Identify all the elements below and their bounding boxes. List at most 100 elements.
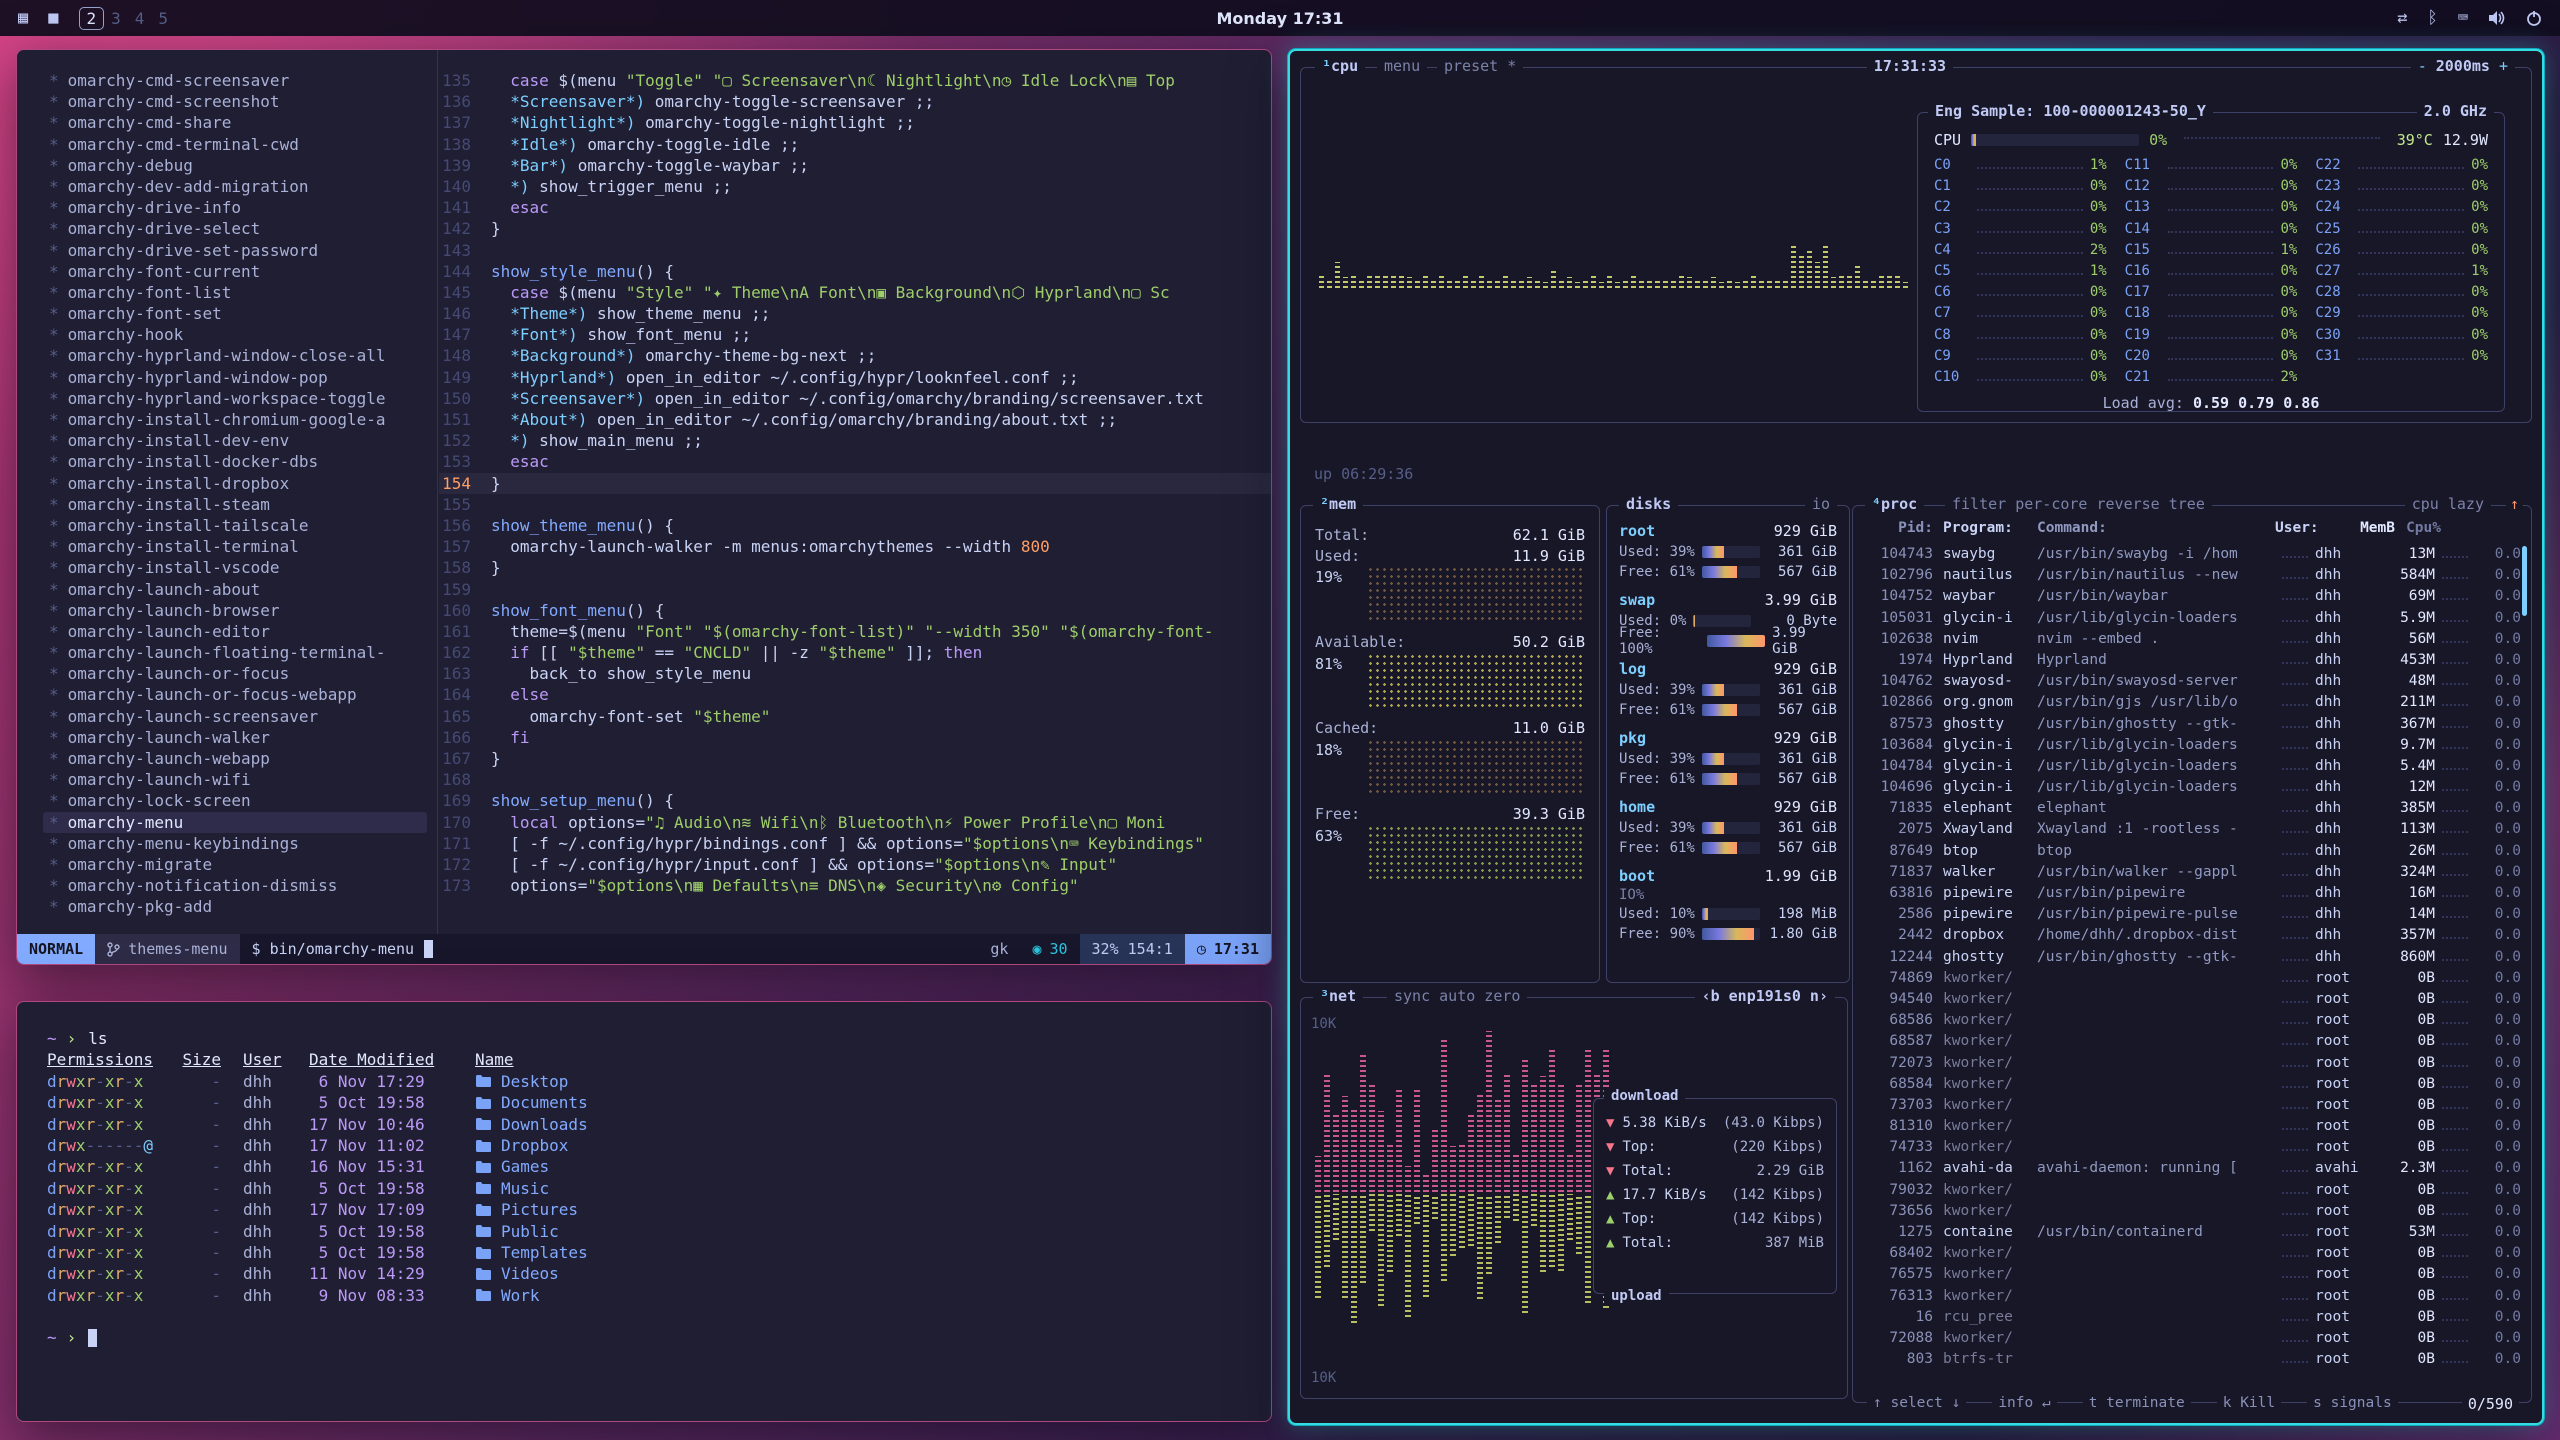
directory-name[interactable]: Documents [475,1092,588,1113]
process-row[interactable]: 73703kworker/root0B0.0 [1865,1095,2521,1116]
file-list-item[interactable]: *omarchy-notification-dismiss [43,875,437,896]
process-row[interactable]: 102866org.gnom/usr/bin/gjs /usr/lib/odhh… [1865,692,2521,713]
directory-name[interactable]: Public [475,1221,559,1242]
git-branch[interactable]: themes-menu [95,934,239,964]
active-app-icon[interactable]: ■ [48,8,58,28]
code-line[interactable]: 148 *Background*) omarchy-theme-bg-next … [439,345,1271,366]
proc-box-title[interactable]: ⁴proc [1865,495,1924,513]
code-line[interactable]: 149 *Hyprland*) open_in_editor ~/.config… [439,367,1271,388]
process-row[interactable]: 68584kworker/root0B0.0 [1865,1074,2521,1095]
file-list-item[interactable]: *omarchy-drive-select [43,218,437,239]
proc-scrollbar[interactable] [2522,546,2527,616]
process-row[interactable]: 71837walker/usr/bin/walker --gappldhh324… [1865,862,2521,883]
process-row[interactable]: 12244ghostty/usr/bin/ghostty --gtk-dhh86… [1865,947,2521,968]
code-line[interactable]: 166 fi [439,727,1271,748]
code-line[interactable]: 170 local options="♫ Audio\n≋ Wifi\nᛒ Bl… [439,812,1271,833]
file-list-item[interactable]: *omarchy-font-list [43,282,437,303]
process-row[interactable]: 102796nautilus/usr/bin/nautilus --newdhh… [1865,565,2521,586]
file-list-item[interactable]: *omarchy-lock-screen [43,790,437,811]
file-list-item[interactable]: *omarchy-install-docker-dbs [43,451,437,472]
proc-menu[interactable]: filter per-core reverse tree [1945,495,2212,513]
proc-header-memb[interactable]: MemB [2337,520,2395,544]
proc-sort-mode[interactable]: cpu lazy [2405,495,2491,513]
process-row[interactable]: 74733kworker/root0B0.0 [1865,1137,2521,1158]
code-line[interactable]: 135 case $(menu "Toggle" "▢ Screensaver\… [439,70,1271,91]
file-list-item[interactable]: *omarchy-drive-info [43,197,437,218]
process-row[interactable]: 63816pipewire/usr/bin/pipewiredhh16M0.0 [1865,883,2521,904]
file-list-item[interactable]: *omarchy-install-dev-env [43,430,437,451]
power-icon[interactable] [2526,10,2542,26]
process-row[interactable]: 102638nvimnvim --embed .dhh56M0.0 [1865,629,2521,650]
file-list-item[interactable]: *omarchy-launch-walker [43,727,437,748]
process-row[interactable]: 72088kworker/root0B0.0 [1865,1328,2521,1349]
process-row[interactable]: 104696glycin-i/usr/lib/glycin-loadersdhh… [1865,777,2521,798]
file-list-item[interactable]: *omarchy-install-tailscale [43,515,437,536]
process-row[interactable]: 74869kworker/root0B0.0 [1865,968,2521,989]
directory-name[interactable]: Pictures [475,1199,578,1220]
file-list-item[interactable]: *omarchy-launch-about [43,579,437,600]
file-list-item[interactable]: *omarchy-launch-or-focus [43,663,437,684]
net-interface[interactable]: ‹b enp191s0 n› [1695,987,1835,1005]
process-row[interactable]: 2442dropbox/home/dhh/.dropbox-distdhh357… [1865,925,2521,946]
file-list-item[interactable]: *omarchy-install-chromium-google-a [43,409,437,430]
file-list-item[interactable]: *omarchy-launch-editor [43,621,437,642]
io-mode-button[interactable]: io [1805,495,1837,513]
code-line[interactable]: 164 else [439,684,1271,705]
file-list-item[interactable]: *omarchy-pkg-add [43,896,437,917]
code-line[interactable]: 172 [ -f ~/.config/hypr/input.conf ] && … [439,854,1271,875]
file-list-item[interactable]: *omarchy-cmd-screenshot [43,91,437,112]
code-line[interactable]: 160show_font_menu() { [439,600,1271,621]
file-list-item[interactable]: *omarchy-install-terminal [43,536,437,557]
code-line[interactable]: 161 theme=$(menu "Font" "$(omarchy-font-… [439,621,1271,642]
process-row[interactable]: 87649btopbtopdhh26M0.0 [1865,841,2521,862]
process-row[interactable]: 73656kworker/root0B0.0 [1865,1201,2521,1222]
directory-name[interactable]: Desktop [475,1071,568,1092]
file-list-item[interactable]: *omarchy-debug [43,155,437,176]
proc-header-command[interactable]: Command: [2037,520,2275,544]
process-row[interactable]: 16rcu_preeroot0B0.0 [1865,1307,2521,1328]
process-row[interactable]: 1162avahi-daavahi-daemon: running [avahi… [1865,1158,2521,1179]
process-row[interactable]: 71835elephantelephantdhh385M0.0 [1865,798,2521,819]
code-line[interactable]: 163 back_to show_style_menu [439,663,1271,684]
refresh-interval[interactable]: - 2000ms + [2411,57,2515,75]
process-row[interactable]: 68587kworker/root0B0.0 [1865,1031,2521,1052]
file-list-item[interactable]: *omarchy-install-vscode [43,557,437,578]
process-row[interactable]: 81310kworker/root0B0.0 [1865,1116,2521,1137]
file-list-item[interactable]: *omarchy-font-current [43,261,437,282]
proc-footer-action[interactable]: info ↵ [1992,1395,2056,1413]
file-list-item[interactable]: *omarchy-launch-floating-terminal- [43,642,437,663]
code-line[interactable]: 140 *) show_trigger_menu ;; [439,176,1271,197]
code-line[interactable]: 138 *Idle*) omarchy-toggle-idle ;; [439,134,1271,155]
scroll-up-indicator[interactable]: ↑ [2506,495,2523,513]
process-row[interactable]: 68586kworker/root0B0.0 [1865,1010,2521,1031]
proc-footer-action[interactable]: t terminate [2083,1395,2191,1413]
apps-icon[interactable]: ▦ [18,8,28,28]
code-line[interactable]: 167} [439,748,1271,769]
workspace-5[interactable]: 5 [151,8,175,29]
code-line[interactable]: 154} [439,473,1271,494]
code-line[interactable]: 137 *Nightlight*) omarchy-toggle-nightli… [439,112,1271,133]
bluetooth-icon[interactable]: ᛒ [2428,8,2438,28]
process-row[interactable]: 104752waybar/usr/bin/waybardhh69M0.0 [1865,586,2521,607]
file-list-item[interactable]: *omarchy-font-set [43,303,437,324]
directory-name[interactable]: Work [475,1285,540,1306]
process-row[interactable]: 1275containe/usr/bin/containerdroot53M0.… [1865,1222,2521,1243]
code-line[interactable]: 157 omarchy-launch-walker -m menus:omarc… [439,536,1271,557]
proc-header-pid[interactable]: Pid: [1865,520,1933,544]
file-list-item[interactable]: *omarchy-menu-keybindings [43,833,437,854]
file-list-item[interactable]: *omarchy-drive-set-password [43,240,437,261]
proc-header-cpu[interactable]: Cpu% [2395,520,2441,544]
proc-footer-action[interactable]: ↑ select ↓ [1867,1395,1966,1413]
process-row[interactable]: 103684glycin-i/usr/lib/glycin-loadersdhh… [1865,735,2521,756]
code-line[interactable]: 152 *) show_main_menu ;; [439,430,1271,451]
code-line[interactable]: 169show_setup_menu() { [439,790,1271,811]
process-row[interactable]: 104743swaybg/usr/bin/swaybg -i /homdhh13… [1865,544,2521,565]
process-row[interactable]: 2586pipewire/usr/bin/pipewire-pulsedhh14… [1865,904,2521,925]
process-row[interactable]: 105031glycin-i/usr/lib/glycin-loadersdhh… [1865,608,2521,629]
workspace-3[interactable]: 3 [104,8,128,29]
file-list-item[interactable]: *omarchy-launch-webapp [43,748,437,769]
file-list-item[interactable]: *omarchy-cmd-terminal-cwd [43,134,437,155]
file-list-item[interactable]: *omarchy-hyprland-window-pop [43,367,437,388]
code-line[interactable]: 158} [439,557,1271,578]
mem-box-title[interactable]: ²mem [1313,495,1363,513]
